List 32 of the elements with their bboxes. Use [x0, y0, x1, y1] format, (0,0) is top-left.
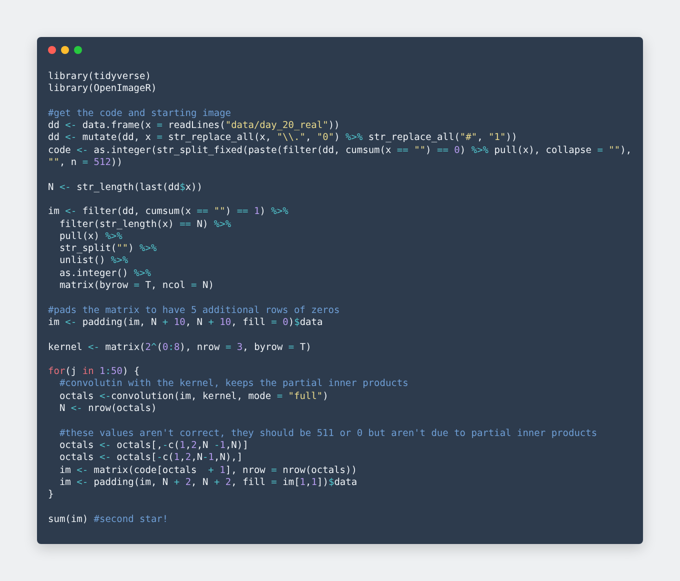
code-line: as.integer() %>%	[58, 268, 151, 280]
code-line: library(tidyverse)	[48, 71, 151, 84]
code-line: dd <- mutate(dd, x = str_replace_all(x, "\\.", "0") %>% str_replace_all("#", "1"))	[48, 132, 518, 145]
code-line: #these values aren't correct, they should be 511 or 0 but aren't due to partial inner products	[58, 428, 598, 440]
code-line: N <- str_length(last(dd$x))	[48, 182, 202, 194]
code-line: sum(im) #second star!	[48, 514, 168, 526]
code-line: im <- padding(im, N + 10, N + 10, fill = 0)$data	[48, 316, 323, 330]
code-line: }	[48, 489, 54, 502]
code-line: unlist() %>%	[58, 255, 128, 268]
window-control-dot	[48, 46, 56, 54]
code-line: octals <- octals[,-c(1,2,N -1,N)]	[58, 440, 248, 452]
code-line: matrix(byrow = T, ncol = N)	[58, 280, 214, 292]
code-line: #convolutin with the kernel, keeps the partial inner products	[58, 378, 408, 391]
code-line: #get the code and starting image	[48, 108, 232, 120]
code-line: dd <- data.frame(x = readLines("data/day_20_real"))	[48, 120, 340, 132]
code-line: octals <-convolution(im, kernel, mode = "full")	[58, 390, 328, 404]
window-control-dot	[74, 46, 82, 54]
code-line: #pads the matrix to have 5 additional rows of zeros	[48, 304, 340, 317]
code-line: im <- matrix(code[octals + 1], nrow = nrow(octals))	[58, 464, 357, 477]
code-line: octals <- octals[-c(1,2,N-1,N),]	[58, 452, 243, 464]
window-control-dot	[61, 46, 69, 54]
code-line: "", n = 512))	[48, 157, 122, 170]
code-line: library(OpenImageR)	[48, 83, 157, 96]
code-line: kernel <- matrix(2^(0:8), nrow = 3, byrow = T)	[48, 342, 312, 354]
code-line: filter(str_length(x) == N) %>%	[58, 218, 232, 231]
code-line: pull(x) %>%	[58, 230, 122, 244]
code-line: for(j in 1:50) {	[48, 366, 140, 378]
code-line: str_split("") %>%	[58, 243, 157, 256]
code-line: im <- padding(im, N + 2, N + 2, fill = im[1,1])$data	[58, 476, 358, 490]
code-line: im <- filter(dd, cumsum(x == "") == 1) %>%	[48, 206, 288, 219]
code-line: N <- nrow(octals)	[58, 403, 157, 416]
code-line: code <- as.integer(str_split_fixed(paste(filter(dd, cumsum(x == "") == 0) %>% pull(x), collapse = ""),	[48, 144, 632, 158]
